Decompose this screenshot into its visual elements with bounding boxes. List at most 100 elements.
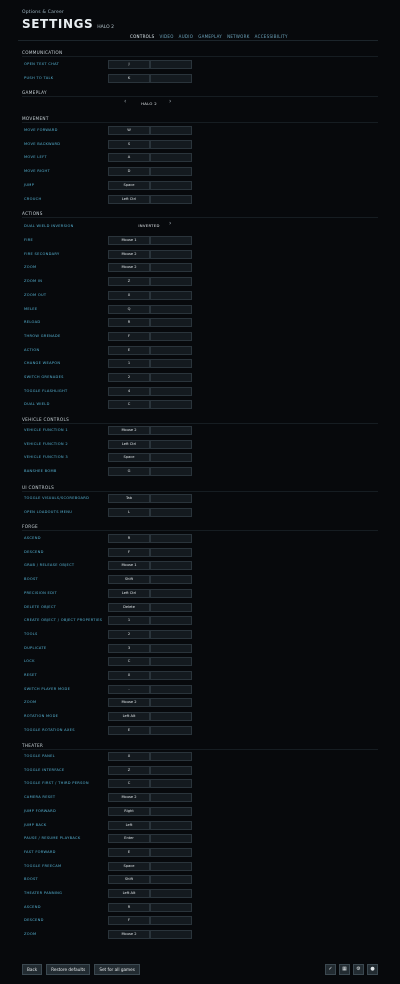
chevron-left-icon[interactable]: ‹ xyxy=(124,98,126,105)
secondary-key-button[interactable] xyxy=(150,331,192,341)
primary-key-button[interactable]: Mouse 2 xyxy=(108,930,150,940)
primary-key-button[interactable]: K xyxy=(108,73,150,83)
back-button[interactable]: Back xyxy=(22,964,43,975)
primary-key-button[interactable]: Space xyxy=(108,861,150,871)
primary-key-button[interactable]: Tab xyxy=(108,494,150,503)
primary-key-button[interactable]: - xyxy=(108,684,150,694)
secondary-key-button[interactable] xyxy=(150,561,192,571)
primary-key-button[interactable]: X xyxy=(108,671,150,680)
primary-key-button[interactable]: Left xyxy=(108,820,150,830)
secondary-key-button[interactable] xyxy=(150,126,192,135)
primary-key-button[interactable]: Mouse 2 xyxy=(108,698,150,708)
secondary-key-button[interactable] xyxy=(150,453,192,463)
secondary-key-button[interactable] xyxy=(150,930,192,940)
secondary-key-button[interactable] xyxy=(150,547,192,557)
secondary-key-button[interactable] xyxy=(150,643,192,653)
secondary-key-button[interactable] xyxy=(150,629,192,639)
gear-icon[interactable]: ⚙ xyxy=(353,964,364,975)
primary-key-button[interactable]: 3 xyxy=(108,643,150,653)
secondary-key-button[interactable] xyxy=(150,902,192,912)
secondary-key-button[interactable] xyxy=(150,494,192,503)
primary-key-button[interactable]: Left Alt xyxy=(108,712,150,722)
secondary-key-button[interactable] xyxy=(150,752,192,761)
set-for-all-games-button[interactable]: Set for all games xyxy=(94,964,140,975)
secondary-key-button[interactable] xyxy=(150,194,192,204)
secondary-key-button[interactable] xyxy=(150,779,192,789)
secondary-key-button[interactable] xyxy=(150,73,192,83)
primary-key-button[interactable]: E xyxy=(108,847,150,857)
primary-key-button[interactable]: Mouse 2 xyxy=(108,426,150,435)
secondary-key-button[interactable] xyxy=(150,400,192,410)
secondary-key-button[interactable] xyxy=(150,180,192,190)
primary-key-button[interactable]: 1 xyxy=(108,359,150,369)
primary-key-button[interactable]: S xyxy=(108,139,150,149)
secondary-key-button[interactable] xyxy=(150,765,192,775)
secondary-key-button[interactable] xyxy=(150,167,192,177)
secondary-key-button[interactable] xyxy=(150,304,192,314)
secondary-key-button[interactable] xyxy=(150,875,192,885)
primary-key-button[interactable]: X xyxy=(108,752,150,761)
primary-key-button[interactable]: Space xyxy=(108,453,150,463)
secondary-key-button[interactable] xyxy=(150,916,192,926)
primary-key-button[interactable]: R xyxy=(108,902,150,912)
secondary-key-button[interactable] xyxy=(150,236,192,245)
secondary-key-button[interactable] xyxy=(150,263,192,273)
restore-defaults-button[interactable]: Restore defaults xyxy=(46,964,91,975)
secondary-key-button[interactable] xyxy=(150,139,192,149)
primary-key-button[interactable]: Left Alt xyxy=(108,889,150,898)
primary-key-button[interactable]: A xyxy=(108,153,150,163)
chevron-right-icon[interactable]: › xyxy=(169,98,171,105)
primary-key-button[interactable]: L xyxy=(108,507,150,517)
primary-key-button[interactable]: X xyxy=(108,290,150,300)
primary-key-button[interactable]: E xyxy=(108,725,150,735)
secondary-key-button[interactable] xyxy=(150,834,192,844)
primary-key-button[interactable]: Shift xyxy=(108,875,150,885)
secondary-key-button[interactable] xyxy=(150,373,192,382)
secondary-key-button[interactable] xyxy=(150,467,192,477)
secondary-key-button[interactable] xyxy=(150,575,192,585)
primary-key-button[interactable]: G xyxy=(108,467,150,477)
primary-key-button[interactable]: C xyxy=(108,779,150,789)
grid-icon[interactable]: ▦ xyxy=(339,964,350,975)
secondary-key-button[interactable] xyxy=(150,534,192,543)
secondary-key-button[interactable] xyxy=(150,426,192,435)
primary-key-button[interactable]: Z xyxy=(108,277,150,287)
secondary-key-button[interactable] xyxy=(150,359,192,369)
primary-key-button[interactable]: 1 xyxy=(108,616,150,626)
primary-key-button[interactable]: Left Ctrl xyxy=(108,588,150,598)
primary-key-button[interactable]: D xyxy=(108,167,150,177)
secondary-key-button[interactable] xyxy=(150,806,192,816)
secondary-key-button[interactable] xyxy=(150,507,192,517)
primary-key-button[interactable]: 4 xyxy=(108,386,150,396)
secondary-key-button[interactable] xyxy=(150,793,192,803)
primary-key-button[interactable]: Mouse 1 xyxy=(108,561,150,571)
primary-key-button[interactable]: F xyxy=(108,331,150,341)
primary-key-button[interactable]: Left Ctrl xyxy=(108,439,150,449)
primary-key-button[interactable]: Mouse 2 xyxy=(108,793,150,803)
secondary-key-button[interactable] xyxy=(150,725,192,735)
primary-key-button[interactable]: C xyxy=(108,400,150,410)
secondary-key-button[interactable] xyxy=(150,153,192,163)
secondary-key-button[interactable] xyxy=(150,249,192,259)
primary-key-button[interactable]: Mouse 1 xyxy=(108,236,150,245)
primary-key-button[interactable]: Delete xyxy=(108,602,150,612)
primary-key-button[interactable]: R xyxy=(108,534,150,543)
secondary-key-button[interactable] xyxy=(150,671,192,680)
secondary-key-button[interactable] xyxy=(150,820,192,830)
primary-key-button[interactable]: Shift xyxy=(108,575,150,585)
primary-key-button[interactable]: Q xyxy=(108,304,150,314)
secondary-key-button[interactable] xyxy=(150,277,192,287)
primary-key-button[interactable]: Space xyxy=(108,180,150,190)
primary-key-button[interactable]: Left Ctrl xyxy=(108,194,150,204)
primary-key-button[interactable]: F xyxy=(108,547,150,557)
primary-key-button[interactable]: 2 xyxy=(108,373,150,382)
secondary-key-button[interactable] xyxy=(150,290,192,300)
primary-key-button[interactable]: Z xyxy=(108,765,150,775)
dual-wield-inversion-value[interactable]: INVERTED xyxy=(135,223,163,228)
secondary-key-button[interactable] xyxy=(150,684,192,694)
primary-key-button[interactable]: F xyxy=(108,916,150,926)
secondary-key-button[interactable] xyxy=(150,439,192,449)
secondary-key-button[interactable] xyxy=(150,889,192,898)
secondary-key-button[interactable] xyxy=(150,657,192,667)
secondary-key-button[interactable] xyxy=(150,60,192,69)
